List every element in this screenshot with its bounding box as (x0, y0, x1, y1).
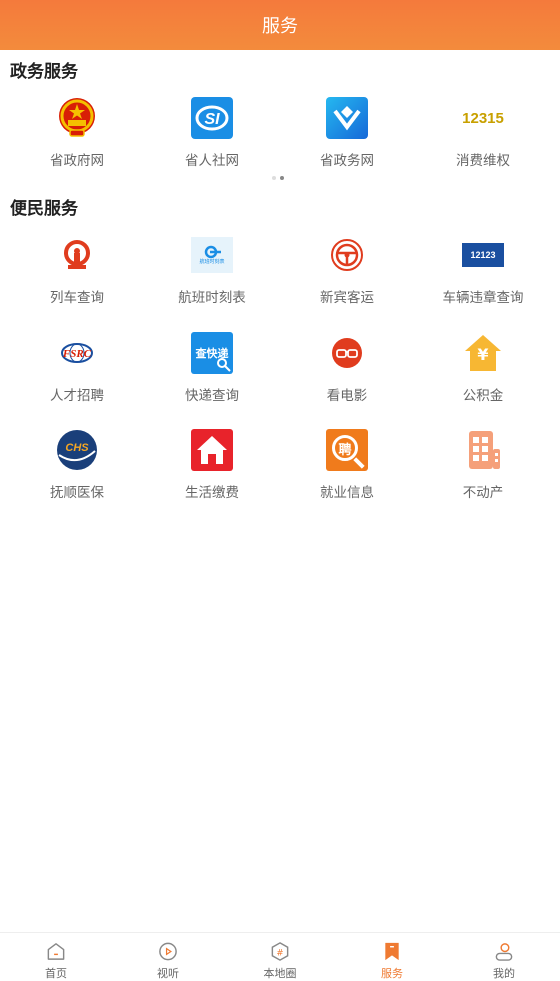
section-title-citizen: 便民服务 (10, 199, 78, 219)
tab-label: 服务 (381, 967, 403, 980)
12315-logo-icon: 12315 (462, 109, 504, 127)
play-icon (159, 942, 177, 961)
svg-text:#: # (276, 948, 283, 958)
real-estate-icon (461, 428, 505, 472)
pager-dot (272, 176, 276, 180)
service-label: 公积金 (462, 388, 504, 404)
bookmark-icon (385, 942, 399, 961)
service-label: 就业信息 (320, 485, 374, 501)
service-item-bill-payment[interactable]: 生活缴费 (142, 428, 282, 508)
tab-services[interactable]: 服务 (336, 933, 448, 981)
service-item-real-estate[interactable]: 不动产 (413, 428, 553, 508)
tab-label: 视听 (157, 967, 179, 980)
chs-medical-insurance-icon: CHS (55, 428, 99, 472)
movie-glasses-icon (325, 331, 369, 375)
service-item-province-gov-service[interactable]: 省政务网 (277, 96, 417, 176)
page-title: 服务 (262, 16, 298, 37)
service-label: 省政务网 (320, 153, 374, 169)
service-label: 车辆违章查询 (442, 290, 524, 306)
express-query-icon: 查快递 (190, 331, 234, 375)
tab-mine[interactable]: 我的 (448, 933, 560, 981)
hashtag-hexagon-icon: # (271, 942, 289, 961)
tab-home[interactable]: 首页 (0, 933, 112, 981)
flight-schedule-icon: 航班时刻表 (190, 233, 234, 277)
service-item-flight[interactable]: 航班时刻表 航班时刻表 (142, 233, 282, 313)
service-item-province-hrss[interactable]: SI 省人社网 (142, 96, 282, 176)
section-title-gov: 政务服务 (10, 62, 78, 82)
si-logo-icon: SI (190, 96, 234, 140)
talent-logo-icon: FSRC (55, 331, 99, 375)
tab-label: 我的 (493, 967, 515, 980)
service-label: 人才招聘 (50, 388, 104, 404)
pager-dots (272, 176, 284, 180)
home-bill-icon (190, 428, 234, 472)
service-label: 消费维权 (456, 153, 510, 169)
service-item-movie[interactable]: 看电影 (277, 331, 417, 411)
service-label: 航班时刻表 (178, 290, 246, 306)
service-item-housing-fund[interactable]: ¥ 公积金 (413, 331, 553, 411)
service-item-express[interactable]: 查快递 快递查询 (142, 331, 282, 411)
service-label: 快递查询 (185, 388, 239, 404)
app-header: 服务 (0, 0, 560, 50)
user-icon (495, 943, 513, 961)
service-label: 生活缴费 (185, 485, 239, 501)
service-item-medical-insurance[interactable]: CHS 抚顺医保 (7, 428, 147, 508)
service-label: 省人社网 (185, 153, 239, 169)
bottom-tab-bar: 首页 视听 # 本地圈 服务 我的 (0, 932, 560, 981)
svg-text:FSRC: FSRC (62, 348, 92, 360)
service-item-bus[interactable]: 新宾客运 (277, 233, 417, 313)
gov-service-logo-icon (325, 96, 369, 140)
service-label: 省政府网 (50, 153, 104, 169)
service-item-employment[interactable]: 聘 就业信息 (277, 428, 417, 508)
national-emblem-icon (55, 96, 99, 140)
pager-dot-active (280, 176, 284, 180)
tab-media[interactable]: 视听 (112, 933, 224, 981)
svg-text:CHS: CHS (65, 442, 89, 454)
svg-text:SI: SI (204, 111, 220, 128)
service-item-train[interactable]: 列车查询 (7, 233, 147, 313)
employment-info-icon: 聘 (325, 428, 369, 472)
service-item-recruit[interactable]: FSRC 人才招聘 (7, 331, 147, 411)
bus-transport-logo-icon (325, 233, 369, 277)
service-label: 列车查询 (50, 290, 104, 306)
housing-fund-icon: ¥ (461, 331, 505, 375)
service-label: 新宾客运 (320, 290, 374, 306)
tab-label: 本地圈 (263, 967, 297, 980)
service-label: 不动产 (462, 485, 504, 501)
service-item-consumer-rights[interactable]: 12315 消费维权 (413, 96, 553, 176)
service-item-province-gov[interactable]: 省政府网 (7, 96, 147, 176)
tab-label: 首页 (45, 967, 67, 980)
service-label: 抚顺医保 (50, 485, 104, 501)
home-icon (47, 943, 65, 960)
service-item-violation[interactable]: 12123 车辆违章查询 (413, 233, 553, 313)
service-label: 看电影 (326, 388, 368, 404)
tab-local-circle[interactable]: # 本地圈 (224, 933, 336, 981)
railway-logo-icon (55, 233, 99, 277)
12123-logo-icon: 12123 (461, 233, 505, 277)
